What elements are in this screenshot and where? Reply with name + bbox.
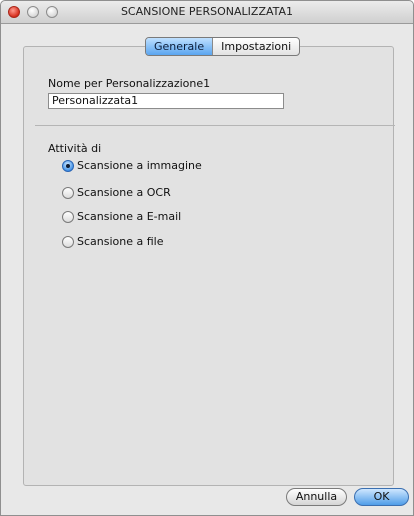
radio-unselected-icon[interactable]	[62, 210, 74, 223]
radio-scan-to-image[interactable]: Scansione a immagine	[62, 159, 202, 172]
ok-button[interactable]: OK	[354, 488, 409, 506]
cancel-button[interactable]: Annulla	[286, 488, 347, 506]
radio-selected-icon[interactable]	[62, 159, 74, 172]
settings-panel	[23, 46, 394, 486]
custom-name-field[interactable]: Personalizzata1	[48, 93, 284, 109]
radio-unselected-icon[interactable]	[62, 186, 74, 199]
title-bar[interactable]: SCANSIONE PERSONALIZZATA1	[1, 1, 413, 24]
tab-impostazioni[interactable]: Impostazioni	[213, 38, 299, 55]
dialog-window: SCANSIONE PERSONALIZZATA1 Generale Impos…	[0, 0, 414, 516]
tab-generale[interactable]: Generale	[146, 38, 214, 55]
radio-label: Scansione a E-mail	[77, 210, 182, 223]
radio-scan-to-file[interactable]: Scansione a file	[62, 235, 164, 248]
section-divider	[35, 125, 395, 126]
window-title: SCANSIONE PERSONALIZZATA1	[120, 5, 294, 18]
name-field-label: Nome per Personalizzazione1	[48, 77, 211, 90]
radio-scan-to-ocr[interactable]: Scansione a OCR	[62, 186, 171, 199]
radio-scan-to-email[interactable]: Scansione a E-mail	[62, 210, 181, 223]
radio-label: Scansione a file	[77, 235, 164, 248]
radio-label: Scansione a OCR	[77, 186, 171, 199]
radio-label: Scansione a immagine	[77, 159, 202, 172]
tab-bar: Generale Impostazioni	[145, 37, 301, 56]
activity-label: Attività di	[48, 142, 102, 155]
radio-unselected-icon[interactable]	[62, 235, 74, 248]
